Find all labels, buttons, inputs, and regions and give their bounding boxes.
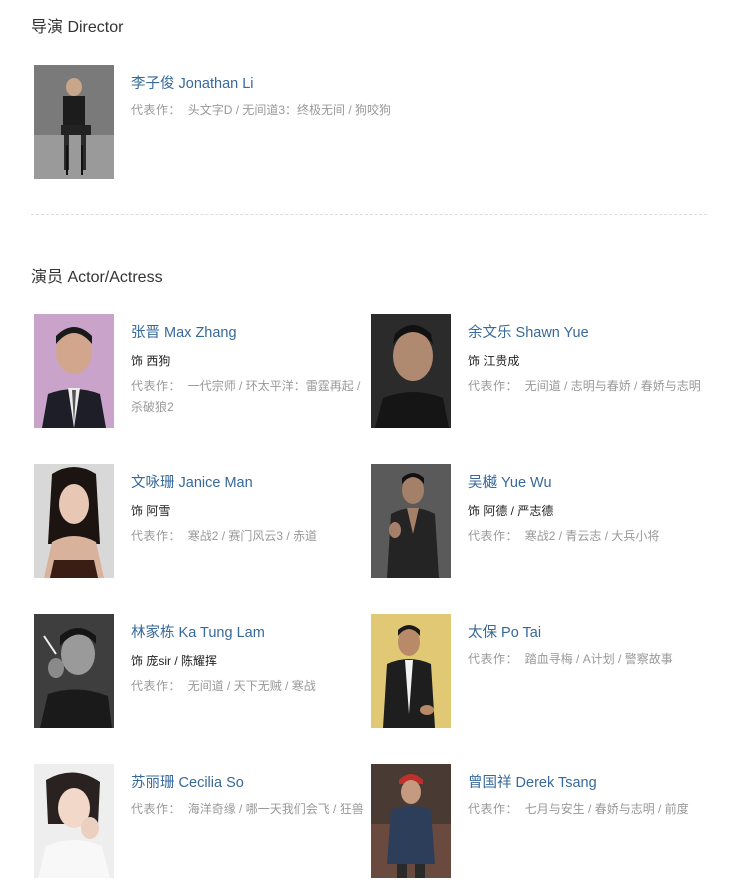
- director-card: 李子俊 Jonathan Li 代表作： 头文字D / 无间道3：终极无间 / …: [34, 65, 391, 180]
- cast-name[interactable]: 吴樾 Yue Wu: [468, 471, 552, 492]
- cast-photo[interactable]: [371, 314, 451, 428]
- works-label: 代表作：: [131, 679, 182, 693]
- cast-photo[interactable]: [34, 464, 114, 578]
- director-photo[interactable]: [34, 65, 114, 179]
- cast-card: 太保 Po Tai 代表作： 踏血寻梅 / A计划 / 警察故事: [371, 614, 711, 729]
- cast-card: 苏丽珊 Cecilia So 代表作： 海洋奇缘 / 哪一天我们会飞 / 狂兽: [34, 764, 374, 879]
- cast-photo[interactable]: [371, 614, 451, 728]
- cast-role: 饰 阿德 / 严志德: [468, 504, 554, 518]
- works-label: 代表作：: [468, 802, 519, 816]
- cast-works: 代表作： 一代宗师 / 环太平洋：雷霆再起 / 杀破狼2: [131, 376, 371, 418]
- cast-card: 曾国祥 Derek Tsang 代表作： 七月与安生 / 春娇与志明 / 前度: [371, 764, 711, 879]
- works-list: 七月与安生 / 春娇与志明 / 前度: [524, 802, 689, 816]
- cast-works: 代表作： 七月与安生 / 春娇与志明 / 前度: [468, 799, 708, 820]
- works-list: 头文字D / 无间道3：终极无间 / 狗咬狗: [187, 103, 392, 117]
- cast-photo[interactable]: [34, 314, 114, 428]
- works-list: 寒战2 / 青云志 / 大兵小将: [524, 529, 660, 543]
- works-label: 代表作：: [131, 529, 182, 543]
- cast-role: 饰 庞sir / 陈耀挥: [131, 654, 217, 668]
- cast-name[interactable]: 文咏珊 Janice Man: [131, 471, 253, 492]
- cast-name[interactable]: 曾国祥 Derek Tsang: [468, 771, 597, 792]
- cast-card: 张晋 Max Zhang 饰 西狗 代表作： 一代宗师 / 环太平洋：雷霆再起 …: [34, 314, 374, 429]
- works-label: 代表作：: [131, 802, 182, 816]
- works-list: 踏血寻梅 / A计划 / 警察故事: [524, 652, 673, 666]
- cast-name[interactable]: 太保 Po Tai: [468, 621, 541, 642]
- cast-role: 饰 江贵成: [468, 354, 520, 368]
- cast-name[interactable]: 张晋 Max Zhang: [131, 321, 237, 342]
- cast-photo[interactable]: [371, 464, 451, 578]
- works-label: 代表作：: [468, 652, 519, 666]
- works-label: 代表作：: [131, 103, 182, 117]
- cast-works: 代表作： 寒战2 / 青云志 / 大兵小将: [468, 526, 708, 547]
- works-list: 海洋奇缘 / 哪一天我们会飞 / 狂兽: [187, 802, 364, 816]
- director-section-title: 导演 Director: [31, 19, 124, 36]
- works-list: 寒战2 / 赛门风云3 / 赤道: [187, 529, 318, 543]
- cast-works: 代表作： 海洋奇缘 / 哪一天我们会飞 / 狂兽: [131, 799, 371, 820]
- cast-name[interactable]: 林家栋 Ka Tung Lam: [131, 621, 265, 642]
- section-divider: [31, 214, 707, 215]
- cast-works: 代表作： 无间道 / 天下无贼 / 寒战: [131, 676, 371, 697]
- cast-section-title: 演员 Actor/Actress: [31, 269, 163, 286]
- works-list: 无间道 / 志明与春娇 / 春娇与志明: [524, 379, 701, 393]
- cast-card: 文咏珊 Janice Man 饰 阿雪 代表作： 寒战2 / 赛门风云3 / 赤…: [34, 464, 374, 579]
- cast-role: 饰 阿雪: [131, 504, 171, 518]
- cast-works: 代表作： 寒战2 / 赛门风云3 / 赤道: [131, 526, 371, 547]
- director-works: 代表作： 头文字D / 无间道3：终极无间 / 狗咬狗: [131, 100, 491, 121]
- works-label: 代表作：: [131, 379, 182, 393]
- cast-role: 饰 西狗: [131, 354, 171, 368]
- cast-photo[interactable]: [34, 614, 114, 728]
- cast-photo[interactable]: [34, 764, 114, 878]
- works-label: 代表作：: [468, 529, 519, 543]
- cast-card: 余文乐 Shawn Yue 饰 江贵成 代表作： 无间道 / 志明与春娇 / 春…: [371, 314, 711, 429]
- cast-name[interactable]: 余文乐 Shawn Yue: [468, 321, 589, 342]
- cast-photo[interactable]: [371, 764, 451, 878]
- cast-name[interactable]: 苏丽珊 Cecilia So: [131, 771, 244, 792]
- director-name[interactable]: 李子俊 Jonathan Li: [131, 72, 254, 93]
- cast-works: 代表作： 无间道 / 志明与春娇 / 春娇与志明: [468, 376, 708, 397]
- works-list: 无间道 / 天下无贼 / 寒战: [187, 679, 316, 693]
- works-label: 代表作：: [468, 379, 519, 393]
- cast-card: 林家栋 Ka Tung Lam 饰 庞sir / 陈耀挥 代表作： 无间道 / …: [34, 614, 374, 729]
- cast-card: 吴樾 Yue Wu 饰 阿德 / 严志德 代表作： 寒战2 / 青云志 / 大兵…: [371, 464, 711, 579]
- cast-works: 代表作： 踏血寻梅 / A计划 / 警察故事: [468, 649, 708, 670]
